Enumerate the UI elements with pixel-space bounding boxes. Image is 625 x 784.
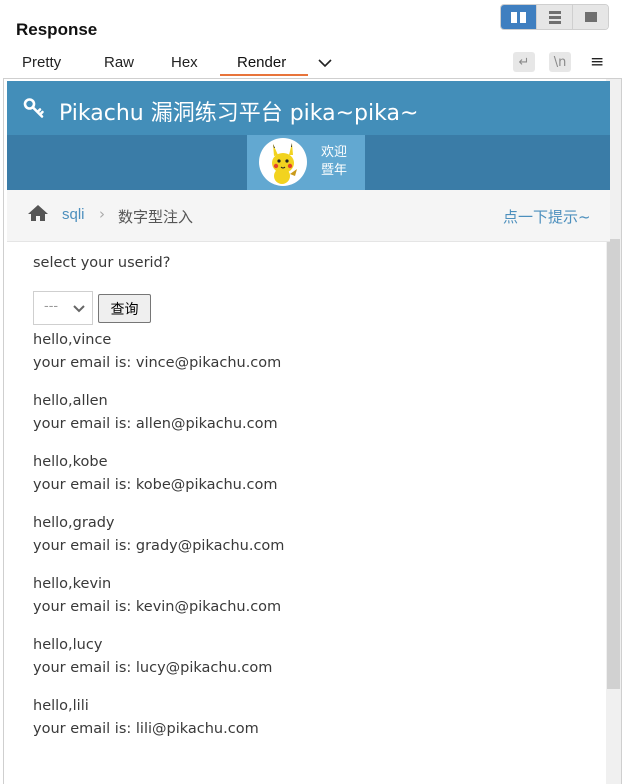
render-frame: Pikachu 漏洞练习平台 pika~pika~ 欢迎 暨年 sqli › 数…: [3, 78, 622, 784]
welcome-text: 欢迎 暨年: [321, 144, 347, 180]
username: 暨年: [321, 163, 348, 178]
welcome-line: 欢迎: [321, 145, 348, 160]
word-wrap-icon: ↵: [518, 54, 530, 70]
chevron-down-icon: [72, 302, 86, 318]
site-subbar: 欢迎 暨年: [7, 135, 610, 190]
hamburger-menu-icon: ≡: [590, 52, 605, 72]
tab-hex[interactable]: Hex: [171, 54, 198, 71]
site-navbar: Pikachu 漏洞练习平台 pika~pika~: [7, 81, 610, 135]
breadcrumb-separator: ›: [99, 205, 105, 223]
word-wrap-button[interactable]: ↵: [513, 52, 535, 72]
scrollbar-thumb[interactable]: [607, 239, 620, 689]
response-tabs: Pretty Raw Hex Render ↵ \n ≡: [0, 50, 625, 77]
show-newlines-button[interactable]: \n: [549, 52, 571, 72]
result-email: your email is: allen@pikachu.com: [33, 416, 278, 432]
single-view-button[interactable]: [572, 5, 608, 29]
result-email: your email is: lucy@pikachu.com: [33, 660, 273, 676]
user-menu[interactable]: 欢迎 暨年: [247, 135, 365, 190]
tabs-more-button[interactable]: [317, 56, 333, 73]
select-value: ---: [44, 299, 59, 314]
result-email: your email is: kevin@pikachu.com: [33, 599, 282, 615]
list-item: hello,vince your email is: vince@pikachu…: [33, 329, 593, 390]
tab-render[interactable]: Render: [237, 54, 286, 71]
key-icon: [23, 97, 45, 124]
active-tab-indicator: [220, 74, 308, 76]
list-item: hello,allen your email is: allen@pikachu…: [33, 390, 593, 451]
list-item: hello,kevin your email is: kevin@pikachu…: [33, 573, 593, 634]
breadcrumb: sqli › 数字型注入 点一下提示~: [7, 190, 610, 242]
result-greeting: hello,kobe: [33, 454, 108, 470]
horizontal-view-icon: [548, 10, 561, 24]
userid-prompt: select your userid?: [33, 255, 171, 271]
query-button[interactable]: 查询: [98, 294, 151, 323]
chevron-down-icon: [318, 59, 332, 68]
menu-button[interactable]: ≡: [590, 52, 604, 72]
newline-icon: \n: [553, 54, 567, 70]
home-icon[interactable]: [27, 204, 49, 227]
result-greeting: hello,allen: [33, 393, 108, 409]
list-item: hello,kobe your email is: kobe@pikachu.c…: [33, 451, 593, 512]
userid-select[interactable]: ---: [33, 291, 93, 325]
breadcrumb-link-sqli[interactable]: sqli: [62, 206, 85, 223]
list-item: hello,lili your email is: lili@pikachu.c…: [33, 695, 593, 756]
single-view-icon: [584, 12, 597, 22]
site-brand[interactable]: Pikachu 漏洞练习平台 pika~pika~: [59, 95, 418, 127]
tab-raw[interactable]: Raw: [104, 54, 134, 71]
hint-link[interactable]: 点一下提示~: [503, 206, 591, 227]
view-layout-toggle[interactable]: [500, 4, 609, 30]
result-greeting: hello,vince: [33, 332, 112, 348]
horizontal-view-button[interactable]: [536, 5, 572, 29]
split-view-icon: [511, 11, 526, 23]
breadcrumb-current: 数字型注入: [118, 208, 194, 226]
split-view-button[interactable]: [501, 5, 536, 29]
result-greeting: hello,lucy: [33, 637, 103, 653]
result-greeting: hello,grady: [33, 515, 115, 531]
result-email: your email is: vince@pikachu.com: [33, 355, 282, 371]
response-title: Response: [16, 20, 98, 39]
result-list: hello,vince your email is: vince@pikachu…: [33, 329, 593, 756]
avatar: [259, 138, 307, 186]
result-email: your email is: lili@pikachu.com: [33, 721, 259, 737]
result-email: your email is: kobe@pikachu.com: [33, 477, 278, 493]
result-greeting: hello,kevin: [33, 576, 112, 592]
list-item: hello,grady your email is: grady@pikachu…: [33, 512, 593, 573]
tab-pretty[interactable]: Pretty: [22, 54, 61, 71]
result-email: your email is: grady@pikachu.com: [33, 538, 285, 554]
result-greeting: hello,lili: [33, 698, 89, 714]
list-item: hello,lucy your email is: lucy@pikachu.c…: [33, 634, 593, 695]
